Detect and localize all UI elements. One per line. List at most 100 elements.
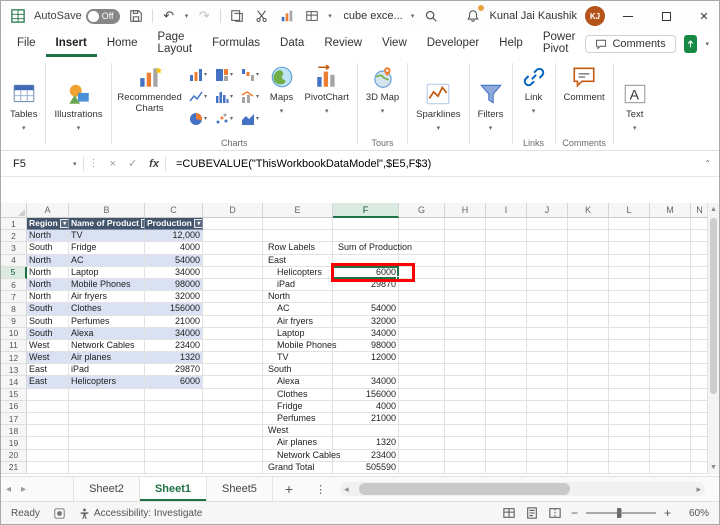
cell-A8[interactable]: South [27, 303, 69, 315]
filters-button[interactable]: Filters ▾ [474, 77, 508, 132]
text-button[interactable]: A Text ▾ [618, 77, 652, 132]
cell-A16[interactable] [27, 401, 69, 413]
cell-C10[interactable]: 34000 [145, 328, 203, 340]
cell-L6[interactable] [609, 279, 650, 291]
cell-K13[interactable] [568, 364, 609, 376]
row-header-8[interactable]: 8 [1, 303, 27, 315]
cell-I13[interactable] [486, 364, 527, 376]
cell-D13[interactable] [203, 364, 263, 376]
cell-A5[interactable]: North [27, 267, 69, 279]
filter-dropdown-icon[interactable]: ▾ [194, 219, 203, 228]
page-layout-view-icon[interactable] [525, 506, 540, 520]
line-chart-icon[interactable]: ▾ [186, 87, 211, 107]
cell-B18[interactable] [69, 425, 145, 437]
cell-J6[interactable] [527, 279, 568, 291]
row-header-20[interactable]: 20 [1, 450, 27, 462]
cell-E15[interactable]: Clothes [263, 389, 333, 401]
cell-H17[interactable] [445, 413, 486, 425]
qat-chart-icon[interactable] [278, 6, 296, 26]
cell-E5[interactable]: Helicopters [263, 267, 333, 279]
cell-K12[interactable] [568, 352, 609, 364]
cell-F10[interactable]: 34000 [333, 328, 399, 340]
cell-F11[interactable]: 98000 [333, 340, 399, 352]
cell-H13[interactable] [445, 364, 486, 376]
ribbon-tab-power-pivot[interactable]: Power Pivot [533, 31, 586, 57]
cell-E4[interactable]: East [263, 255, 333, 267]
cell-B11[interactable]: Network Cables [69, 340, 145, 352]
user-name[interactable]: Kunal Jai Kaushik [490, 10, 577, 22]
cell-M12[interactable] [650, 352, 691, 364]
cell-D3[interactable] [203, 242, 263, 254]
combo-chart-icon[interactable]: ▾ [238, 87, 263, 107]
cell-B9[interactable]: Perfumes [69, 316, 145, 328]
cell-G3[interactable] [399, 242, 445, 254]
cell-D10[interactable] [203, 328, 263, 340]
cell-E8[interactable]: AC [263, 303, 333, 315]
cell-E2[interactable] [263, 230, 333, 242]
cell-C20[interactable] [145, 450, 203, 462]
page-break-view-icon[interactable] [548, 506, 563, 520]
cell-J14[interactable] [527, 376, 568, 388]
cell-E12[interactable]: TV [263, 352, 333, 364]
cell-A14[interactable]: East [27, 376, 69, 388]
cell-E20[interactable]: Network Cables [263, 450, 333, 462]
cancel-entry-icon[interactable]: × [104, 158, 122, 170]
cell-L2[interactable] [609, 230, 650, 242]
cell-G8[interactable] [399, 303, 445, 315]
cell-B5[interactable]: Laptop [69, 267, 145, 279]
ribbon-tab-insert[interactable]: Insert [46, 31, 97, 57]
cell-F21[interactable]: 505590 [333, 462, 399, 474]
accessibility-status[interactable]: Accessibility: Investigate [79, 508, 202, 519]
statistic-chart-icon[interactable]: ▾ [212, 87, 237, 107]
cell-M6[interactable] [650, 279, 691, 291]
cell-H1[interactable] [445, 218, 486, 230]
cell-D18[interactable] [203, 425, 263, 437]
cell-M4[interactable] [650, 255, 691, 267]
cell-L12[interactable] [609, 352, 650, 364]
sparklines-button[interactable]: Sparklines ▾ [412, 77, 464, 132]
cell-J9[interactable] [527, 316, 568, 328]
cell-M1[interactable] [650, 218, 691, 230]
cell-C13[interactable]: 29870 [145, 364, 203, 376]
cell-M3[interactable] [650, 242, 691, 254]
notifications-bell-icon[interactable] [464, 6, 482, 26]
cell-F1[interactable] [333, 218, 399, 230]
cell-I5[interactable] [486, 267, 527, 279]
cell-J5[interactable] [527, 267, 568, 279]
formula-bar-drag-handle[interactable]: ⋮ [84, 158, 104, 169]
cell-J16[interactable] [527, 401, 568, 413]
cell-C12[interactable]: 1320 [145, 352, 203, 364]
cell-A6[interactable]: North [27, 279, 69, 291]
cell-M14[interactable] [650, 376, 691, 388]
cell-E17[interactable]: Perfumes [263, 413, 333, 425]
cell-C3[interactable]: 4000 [145, 242, 203, 254]
row-header-21[interactable]: 21 [1, 462, 27, 474]
cell-E6[interactable]: iPad [263, 279, 333, 291]
cell-K3[interactable] [568, 242, 609, 254]
column-header-I[interactable]: I [486, 203, 527, 218]
cell-D1[interactable] [203, 218, 263, 230]
save-icon[interactable] [127, 6, 145, 26]
cell-H9[interactable] [445, 316, 486, 328]
horizontal-scroll-thumb[interactable] [359, 483, 570, 495]
name-box-dropdown-icon[interactable]: ▾ [73, 160, 83, 168]
cell-A7[interactable]: North [27, 291, 69, 303]
cell-G7[interactable] [399, 291, 445, 303]
cell-F14[interactable]: 34000 [333, 376, 399, 388]
cell-E19[interactable]: Air planes [263, 437, 333, 449]
cell-C19[interactable] [145, 437, 203, 449]
zoom-in-icon[interactable]: + [664, 506, 671, 520]
column-chart-icon[interactable]: ▾ [186, 65, 211, 85]
cell-F17[interactable]: 21000 [333, 413, 399, 425]
cell-D19[interactable] [203, 437, 263, 449]
row-header-1[interactable]: 1 [1, 218, 27, 230]
cell-H7[interactable] [445, 291, 486, 303]
illustrations-button[interactable]: Illustrations ▾ [50, 77, 106, 132]
cell-B7[interactable]: Air fryers [69, 291, 145, 303]
new-sheet-button[interactable]: + [273, 477, 305, 501]
row-header-10[interactable]: 10 [1, 328, 27, 340]
cell-F18[interactable] [333, 425, 399, 437]
column-header-B[interactable]: B [69, 203, 145, 218]
cell-J17[interactable] [527, 413, 568, 425]
cell-H5[interactable] [445, 267, 486, 279]
